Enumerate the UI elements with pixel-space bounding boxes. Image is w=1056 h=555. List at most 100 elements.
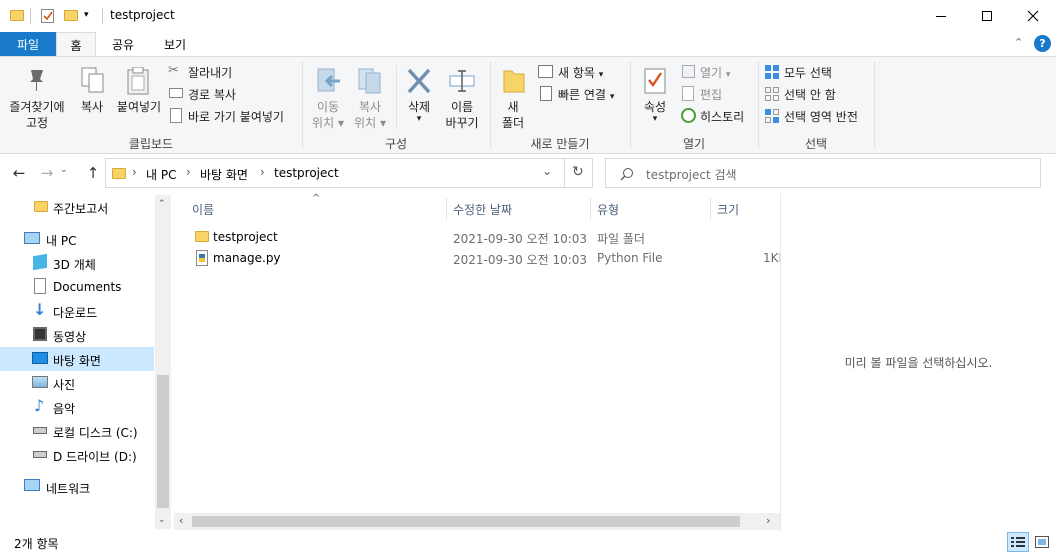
file-name: manage.py: [213, 251, 281, 265]
column-header-date[interactable]: 수정한 날짜: [453, 197, 589, 221]
breadcrumb-desktop[interactable]: 바탕 화면: [200, 166, 248, 183]
move-to-button[interactable]: 이동 위치 ▾: [306, 67, 350, 131]
delete-label: 삭제: [407, 100, 431, 114]
rename-label-2: 바꾸기: [445, 116, 479, 130]
scroll-down-icon[interactable]: ⌄: [158, 515, 166, 525]
properties-label: 속성: [643, 100, 667, 114]
new-folder-qat-icon[interactable]: [64, 10, 78, 21]
up-button[interactable]: ↑: [82, 162, 104, 184]
move-to-label-2: 위치 ▾: [312, 116, 344, 130]
new-folder-button[interactable]: 새 폴더: [494, 67, 532, 131]
details-view-button[interactable]: [1007, 532, 1029, 552]
nav-item-network[interactable]: 네트워크: [0, 475, 154, 499]
breadcrumb-this-pc[interactable]: 내 PC: [146, 166, 176, 183]
delete-icon: [407, 68, 431, 94]
tab-share[interactable]: 공유: [104, 32, 142, 56]
recent-locations-button[interactable]: ⌄: [60, 165, 68, 175]
breadcrumb-testproject[interactable]: testproject: [274, 166, 339, 180]
horizontal-scrollbar-thumb[interactable]: [192, 516, 740, 527]
breadcrumb-separator: ›: [186, 165, 191, 179]
address-history-dropdown[interactable]: ⌄: [542, 164, 552, 178]
nav-item-desktop[interactable]: 바탕 화면: [0, 347, 154, 371]
nav-label: 로컬 디스크 (C:): [53, 426, 138, 440]
help-icon[interactable]: ?: [1034, 35, 1051, 52]
nav-scrollbar-thumb[interactable]: [157, 375, 169, 508]
large-icons-view-button[interactable]: [1031, 532, 1053, 552]
forward-button[interactable]: →: [36, 162, 58, 184]
rename-label: 이름: [450, 100, 474, 114]
tab-file[interactable]: 파일: [0, 32, 56, 56]
details-view-icon: [1011, 537, 1025, 547]
nav-item-pictures[interactable]: 사진: [0, 371, 154, 395]
nav-label: 다운로드: [53, 306, 98, 320]
scissors-icon: ✂: [168, 63, 179, 78]
nav-item-3d-objects[interactable]: 3D 개체: [0, 251, 154, 275]
up-arrow-icon: ↑: [86, 164, 100, 182]
folder-icon: [34, 201, 48, 212]
nav-item-this-pc[interactable]: 내 PC: [0, 227, 154, 251]
minimize-button[interactable]: [918, 0, 964, 32]
nav-item-downloads[interactable]: ↓ 다운로드: [0, 299, 154, 323]
nav-item-videos[interactable]: 동영상: [0, 323, 154, 347]
copy-label: 복사: [80, 100, 104, 114]
back-button[interactable]: ←: [8, 162, 30, 184]
file-row[interactable]: manage.py 2021-09-30 오전 10:03 Python Fil…: [190, 248, 782, 269]
pin-icon: [30, 70, 43, 91]
scroll-left-icon[interactable]: ‹: [179, 514, 183, 527]
history-icon: [681, 108, 696, 123]
copy-button[interactable]: 복사: [74, 67, 110, 117]
properties-button[interactable]: 속성 ▾: [636, 67, 674, 131]
network-icon: [24, 479, 40, 491]
horizontal-scrollbar[interactable]: ‹ ›: [174, 513, 780, 530]
refresh-icon[interactable]: ↻: [572, 164, 584, 180]
tab-view[interactable]: 보기: [156, 32, 194, 56]
open-label: 열기 ▾: [700, 66, 731, 80]
close-button[interactable]: [1010, 0, 1056, 32]
column-header-type[interactable]: 유형: [597, 197, 709, 221]
paste-button[interactable]: 붙여넣기: [114, 67, 164, 117]
scroll-up-icon[interactable]: ⌃: [158, 199, 166, 209]
nav-scrollbar[interactable]: ⌃ ⌄: [155, 195, 171, 529]
close-icon: [1027, 10, 1039, 22]
nav-label: 음악: [53, 402, 76, 416]
pin-label-2: 고정: [25, 116, 49, 130]
maximize-icon: [982, 11, 992, 21]
new-folder-label: 새: [507, 100, 519, 114]
column-header-size[interactable]: 크기: [717, 197, 777, 221]
tab-home[interactable]: 홈: [56, 32, 96, 57]
nav-item-drive-d[interactable]: D 드라이브 (D:): [0, 443, 154, 467]
easy-access-label: 빠른 연결 ▾: [558, 88, 615, 102]
properties-qat-icon[interactable]: [41, 9, 54, 23]
organize-group-label: 구성: [384, 137, 408, 151]
title-bar: ▾ testproject: [0, 0, 1056, 32]
collapse-ribbon-icon[interactable]: ⌃: [1014, 36, 1023, 49]
nav-item-weekly-report[interactable]: 주간보고서: [0, 195, 154, 219]
rename-button[interactable]: 이름 바꾸기: [440, 67, 484, 131]
address-bar[interactable]: › 내 PC › 바탕 화면 › testproject ⌄ ↻: [105, 158, 593, 188]
column-divider[interactable]: [446, 198, 447, 220]
maximize-button[interactable]: [964, 0, 1010, 32]
open-icon: [682, 65, 695, 78]
nav-item-music[interactable]: ♪ 음악: [0, 395, 154, 419]
qat-dropdown-icon[interactable]: ▾: [84, 10, 89, 20]
divider: [564, 159, 565, 187]
music-icon: ♪: [34, 396, 45, 415]
cut-label: 잘라내기: [188, 66, 233, 80]
nav-item-local-disk-c[interactable]: 로컬 디스크 (C:): [0, 419, 154, 443]
nav-item-documents[interactable]: Documents: [0, 275, 154, 299]
desktop-icon: [32, 352, 48, 364]
back-arrow-icon: ←: [12, 164, 26, 182]
file-row[interactable]: testproject 2021-09-30 오전 10:03 파일 폴더: [190, 227, 780, 248]
search-box[interactable]: testproject 검색: [605, 158, 1041, 188]
copy-to-button[interactable]: 복사 위치 ▾: [348, 67, 392, 131]
column-divider[interactable]: [710, 198, 711, 220]
nav-label: 3D 개체: [53, 258, 96, 272]
delete-button[interactable]: 삭제 ▾: [400, 67, 438, 131]
scroll-right-icon[interactable]: ›: [766, 514, 770, 527]
column-divider[interactable]: [590, 198, 591, 220]
item-count: 2개 항목: [14, 537, 59, 551]
window-title: testproject: [110, 8, 175, 22]
python-file-icon: [196, 250, 208, 266]
pin-quick-access-button[interactable]: 즐겨찾기에 고정: [6, 67, 68, 130]
column-header-name[interactable]: 이름: [190, 197, 446, 221]
